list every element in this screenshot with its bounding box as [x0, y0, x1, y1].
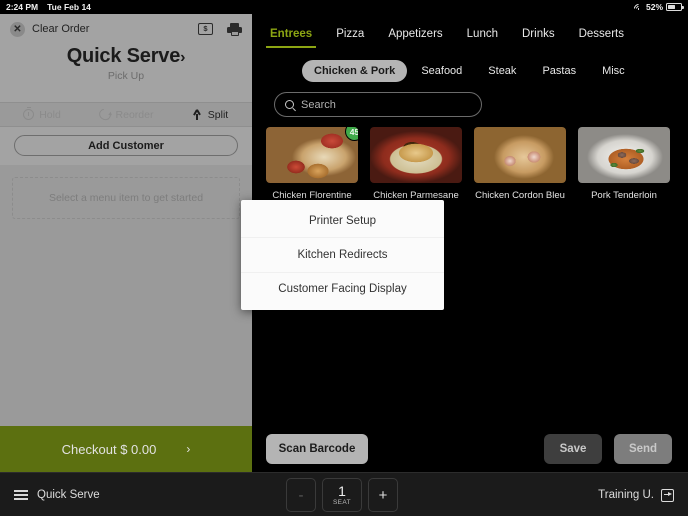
exit-icon[interactable] — [661, 489, 674, 502]
split-label: Split — [208, 109, 228, 121]
send-button[interactable]: Send — [614, 434, 672, 464]
menu-item-image — [578, 127, 670, 183]
checkout-button[interactable]: Checkout $ 0.00 › — [0, 426, 252, 472]
printer-icon[interactable] — [227, 23, 242, 36]
bottom-menu-button[interactable]: Quick Serve — [14, 473, 100, 516]
add-customer-wrap: Add Customer — [0, 127, 252, 165]
hold-button[interactable]: Hold — [0, 109, 84, 121]
subtab-pastas[interactable]: Pastas — [530, 60, 588, 82]
subtab-steak[interactable]: Steak — [476, 60, 528, 82]
seat-increment-button[interactable]: + — [368, 478, 398, 512]
subtab-seafood[interactable]: Seafood — [409, 60, 474, 82]
bottom-bar: Quick Serve - 1 SEAT + Training U. — [0, 472, 688, 516]
split-button[interactable]: Split — [168, 109, 252, 121]
settings-popup-menu: Printer Setup Kitchen Redirects Customer… — [241, 200, 444, 310]
wifi-icon — [634, 4, 643, 11]
user-logout-group[interactable]: Training U. — [598, 473, 674, 516]
reorder-button[interactable]: Reorder — [84, 109, 168, 121]
order-title-wrap: Quick Serve› Pick Up — [0, 45, 252, 82]
order-subtitle: Pick Up — [0, 70, 252, 82]
search-input[interactable]: Search — [274, 92, 482, 117]
status-date: Tue Feb 14 — [47, 2, 91, 12]
chevron-right-icon: › — [180, 49, 185, 66]
order-title-text: Quick Serve — [67, 45, 180, 67]
tab-entrees[interactable]: Entrees — [258, 14, 324, 54]
menu-item-card[interactable]: 45 Chicken Florentine — [266, 127, 358, 202]
timer-icon — [23, 109, 34, 120]
add-customer-button[interactable]: Add Customer — [14, 135, 238, 156]
tab-drinks[interactable]: Drinks — [510, 14, 567, 54]
menu-item-image — [474, 127, 566, 183]
search-placeholder: Search — [301, 99, 336, 111]
seat-number: 1 — [338, 484, 346, 498]
menu-item-image — [370, 127, 462, 183]
seat-caption: SEAT — [333, 499, 351, 506]
tab-desserts[interactable]: Desserts — [567, 14, 636, 54]
checkout-label: Checkout $ 0.00 — [62, 442, 157, 457]
menu-action-bar: Scan Barcode Save Send — [252, 426, 688, 472]
status-badge: 45 — [345, 127, 358, 141]
clear-order-label[interactable]: Clear Order — [32, 23, 89, 35]
header-icon-group: $ — [198, 23, 242, 36]
menu-item-printer-setup[interactable]: Printer Setup — [241, 204, 444, 237]
clear-order-row: ✕ Clear Order $ — [0, 14, 252, 44]
pos-app-screen: 2:24 PM Tue Feb 14 52% ✕ Clear Order $ Q… — [0, 0, 688, 516]
menu-item-grid: 45 Chicken Florentine Chicken Parmesane … — [252, 117, 688, 202]
scan-barcode-button[interactable]: Scan Barcode — [266, 434, 368, 464]
subcategory-tabs: Chicken & Pork Seafood Steak Pastas Misc — [252, 54, 688, 88]
page-title[interactable]: Quick Serve› — [0, 45, 252, 68]
order-items-area: Select a menu item to get started — [0, 165, 252, 219]
category-tabs: Entrees Pizza Appetizers Lunch Drinks De… — [252, 14, 688, 54]
subtab-misc[interactable]: Misc — [590, 60, 637, 82]
seat-display[interactable]: 1 SEAT — [322, 478, 362, 512]
menu-item-label: Chicken Cordon Bleu — [474, 190, 566, 202]
menu-item-kitchen-redirects[interactable]: Kitchen Redirects — [241, 237, 444, 271]
order-panel: ✕ Clear Order $ Quick Serve› Pick Up Hol… — [0, 14, 252, 516]
tab-lunch[interactable]: Lunch — [455, 14, 510, 54]
menu-item-label: Pork Tenderloin — [578, 190, 670, 202]
battery-icon — [666, 3, 682, 11]
split-icon — [192, 109, 203, 120]
menu-item-card[interactable]: Chicken Cordon Bleu — [474, 127, 566, 202]
hold-label: Hold — [39, 109, 61, 121]
menu-item-card[interactable]: Pork Tenderloin — [578, 127, 670, 202]
battery-percent: 52% — [646, 2, 663, 12]
order-actions-row: Hold Reorder Split — [0, 102, 252, 127]
cash-drawer-icon[interactable]: $ — [198, 23, 213, 35]
status-bar: 2:24 PM Tue Feb 14 52% — [0, 0, 688, 14]
subtab-chicken-and-pork[interactable]: Chicken & Pork — [302, 60, 407, 82]
reorder-label: Reorder — [116, 109, 154, 121]
menu-item-customer-facing-display[interactable]: Customer Facing Display — [241, 272, 444, 306]
search-icon — [285, 100, 294, 109]
bottom-menu-label: Quick Serve — [37, 489, 100, 501]
hamburger-menu-icon — [14, 490, 28, 500]
order-panel-header: ✕ Clear Order $ Quick Serve› Pick Up — [0, 14, 252, 102]
seat-decrement-button[interactable]: - — [286, 478, 316, 512]
seat-stepper: - 1 SEAT + — [286, 478, 398, 512]
user-label: Training U. — [598, 489, 654, 501]
chevron-right-icon: › — [186, 442, 190, 456]
status-time: 2:24 PM — [6, 2, 38, 12]
menu-item-card[interactable]: Chicken Parmesane — [370, 127, 462, 202]
tab-appetizers[interactable]: Appetizers — [376, 14, 454, 54]
menu-item-image: 45 — [266, 127, 358, 183]
refresh-icon — [96, 107, 112, 123]
tab-pizza[interactable]: Pizza — [324, 14, 376, 54]
save-button[interactable]: Save — [544, 434, 602, 464]
close-icon[interactable]: ✕ — [10, 22, 25, 37]
status-right-cluster: 52% — [634, 2, 682, 12]
empty-order-message: Select a menu item to get started — [12, 177, 240, 219]
